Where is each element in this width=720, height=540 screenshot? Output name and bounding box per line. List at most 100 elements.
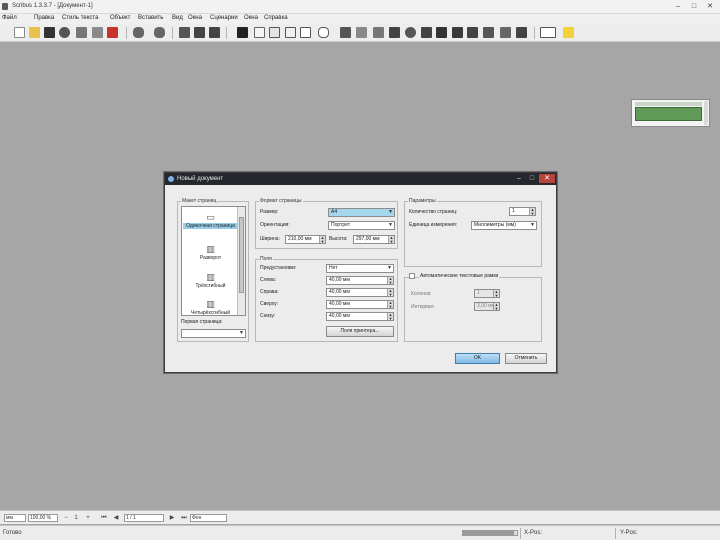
progress-bar <box>462 530 518 536</box>
pages-field[interactable]: 1 ▲ ▼ <box>509 207 536 216</box>
zoom-out-icon[interactable]: − <box>62 514 70 522</box>
freehand-icon[interactable] <box>389 27 400 38</box>
layout-item-label: Одиночная страница <box>183 223 238 229</box>
first-page-select[interactable]: ▼ <box>181 329 246 338</box>
menu-scripts[interactable]: Сценарии <box>210 15 238 21</box>
menu-view[interactable]: Вид <box>172 15 183 21</box>
height-spin-icon[interactable]: ▲ ▼ <box>388 236 394 243</box>
menu-insert[interactable]: Вставить <box>138 15 163 21</box>
printer-margins-button[interactable]: Поля принтера... <box>326 326 394 337</box>
save-icon[interactable] <box>44 27 55 38</box>
page-size-select[interactable]: A4 ▼ <box>328 208 395 217</box>
maximize-icon[interactable]: □ <box>688 2 700 11</box>
table-icon[interactable] <box>300 27 311 38</box>
close-doc-icon[interactable] <box>59 27 70 38</box>
units-selector-value: мм <box>6 515 13 521</box>
layout-trifold[interactable]: ▥ Трёхсгибный <box>183 273 238 289</box>
pdf-icon[interactable] <box>107 27 118 38</box>
minimize-icon[interactable]: – <box>672 2 684 11</box>
margin-bottom-value: 40,00 мм <box>329 313 350 319</box>
layout-list-scrollbar[interactable] <box>237 207 245 315</box>
columns-spin-icon[interactable]: ▲ ▼ <box>493 290 499 297</box>
menu-edit[interactable]: Правка <box>34 15 54 21</box>
menu-text-style[interactable]: Стиль текста <box>62 15 98 21</box>
layout-spread[interactable]: ▥ Разворот <box>183 245 238 261</box>
gap-spin-icon[interactable]: ▲ ▼ <box>493 303 499 310</box>
edit-text-icon[interactable] <box>452 27 463 38</box>
pdf-annotations-icon[interactable] <box>563 27 574 38</box>
cancel-button[interactable]: Отменить <box>505 353 547 364</box>
copy-icon[interactable] <box>194 27 205 38</box>
shape-icon[interactable] <box>318 27 329 38</box>
width-field[interactable]: 210,00 мм ▲ ▼ <box>285 235 326 244</box>
layer-selector[interactable]: Фон <box>190 514 227 522</box>
link-frames-icon[interactable] <box>467 27 478 38</box>
prev-page-icon[interactable]: ◀ <box>112 514 120 522</box>
margin-right-spin-icon[interactable]: ▲ ▼ <box>387 289 393 296</box>
margin-left-spin-icon[interactable]: ▲ ▼ <box>387 277 393 284</box>
select-icon[interactable] <box>237 27 248 38</box>
layout-fourfold[interactable]: ▥ Четырёхсгибный <box>183 300 238 316</box>
last-page-icon[interactable]: ⏭ <box>180 514 188 522</box>
pdf-tools-icon[interactable] <box>540 27 556 38</box>
edit-content-icon[interactable] <box>436 27 447 38</box>
close-icon[interactable]: ✕ <box>704 2 716 11</box>
auto-text-frames-checkbox[interactable] <box>409 273 415 279</box>
preview-scrollbar[interactable] <box>704 101 708 125</box>
margin-preset-select[interactable]: Нет ▼ <box>326 264 394 273</box>
margin-bottom-field[interactable]: 40,00 мм ▲ ▼ <box>326 312 394 321</box>
line-icon[interactable] <box>356 27 367 38</box>
cut-icon[interactable] <box>179 27 190 38</box>
menu-object[interactable]: Объект <box>110 15 130 21</box>
redo-icon[interactable] <box>154 27 165 38</box>
print-icon[interactable] <box>76 27 87 38</box>
first-page-icon[interactable]: ⏮ <box>100 514 108 522</box>
paste-icon[interactable] <box>209 27 220 38</box>
dialog-minimize-icon[interactable]: – <box>513 174 525 183</box>
dialog-close-icon[interactable]: ✕ <box>539 174 555 183</box>
pages-spin-icon[interactable]: ▲ ▼ <box>529 208 535 215</box>
polygon-icon[interactable] <box>340 27 351 38</box>
units-select[interactable]: Миллиметры (мм) ▼ <box>471 221 537 230</box>
columns-value: 1 <box>477 290 480 296</box>
margin-left-field[interactable]: 40,00 мм ▲ ▼ <box>326 276 394 285</box>
width-spin-icon[interactable]: ▲ ▼ <box>319 236 325 243</box>
menu-help[interactable]: Справка <box>264 15 288 21</box>
scrollbar-thumb[interactable] <box>239 217 244 293</box>
image-frame-icon[interactable] <box>269 27 280 38</box>
dialog-maximize-icon[interactable]: □ <box>526 174 538 183</box>
height-field[interactable]: 297,00 мм ▲ ▼ <box>353 235 395 244</box>
margin-top-spin-icon[interactable]: ▲ ▼ <box>387 301 393 308</box>
bezier-icon[interactable] <box>373 27 384 38</box>
eyedropper-icon[interactable] <box>516 27 527 38</box>
menu-windows[interactable]: Окна <box>188 15 202 21</box>
open-icon[interactable] <box>29 27 40 38</box>
layout-single-page[interactable]: ▭ Одиночная страница <box>183 213 238 229</box>
menu-file[interactable]: Файл <box>2 15 17 21</box>
measure-icon[interactable] <box>500 27 511 38</box>
units-selector[interactable]: мм <box>4 514 26 522</box>
render-frame-icon[interactable] <box>285 27 296 38</box>
margin-right-field[interactable]: 40,00 мм ▲ ▼ <box>326 288 394 297</box>
page-preview-panel[interactable] <box>631 99 710 127</box>
gap-field[interactable]: 3,90 мм ▲ ▼ <box>474 302 500 311</box>
margin-bottom-spin-icon[interactable]: ▲ ▼ <box>387 313 393 320</box>
zoom-icon[interactable] <box>421 27 432 38</box>
zoom-in-icon[interactable]: + <box>84 514 92 522</box>
rotate-icon[interactable] <box>405 27 416 38</box>
undo-icon[interactable] <box>133 27 144 38</box>
orientation-select[interactable]: Портрет ▼ <box>328 221 395 230</box>
next-page-icon[interactable]: ▶ <box>168 514 176 522</box>
ok-button[interactable]: OK <box>455 353 500 364</box>
menu-windows-2[interactable]: Окна <box>244 15 258 21</box>
text-frame-icon[interactable] <box>254 27 265 38</box>
columns-field[interactable]: 1 ▲ ▼ <box>474 289 500 298</box>
page-selector[interactable]: 1 / 1 <box>124 514 164 522</box>
layout-list[interactable]: ▭ Одиночная страница ▥ Разворот ▥ Трёхсг… <box>181 206 246 316</box>
zoom-reset-icon[interactable]: 1 <box>72 514 80 522</box>
new-icon[interactable] <box>14 27 25 38</box>
margin-top-field[interactable]: 40,00 мм ▲ ▼ <box>326 300 394 309</box>
zoom-field[interactable]: 100,00 % <box>28 514 58 522</box>
preflight-icon[interactable] <box>92 27 103 38</box>
unlink-frames-icon[interactable] <box>483 27 494 38</box>
